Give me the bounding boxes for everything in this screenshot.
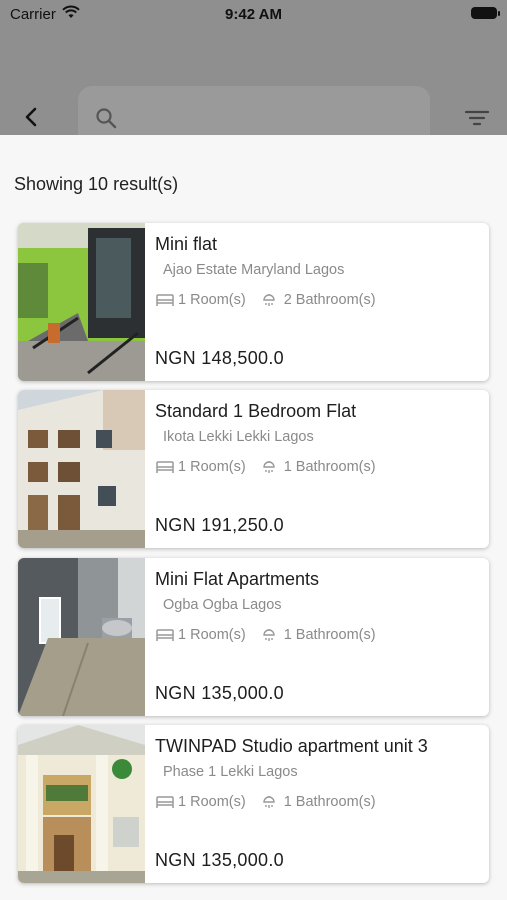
results-sheet: Showing 10 result(s) Mini flat Ajao Esta… bbox=[0, 135, 507, 900]
listing-photo bbox=[18, 223, 145, 381]
listing-photo bbox=[18, 558, 145, 716]
bed-icon bbox=[156, 461, 174, 473]
bathrooms-label: 1 Bathroom(s) bbox=[283, 794, 376, 810]
listing-title: Mini Flat Apartments bbox=[155, 569, 320, 589]
listing-price: NGN 148,500.0 bbox=[155, 348, 284, 368]
search-bar[interactable] bbox=[78, 86, 430, 136]
clock: 9:42 AM bbox=[225, 6, 282, 23]
status-bar: Carrier 9:42 AM bbox=[0, 0, 507, 28]
rooms-label: 1 Room(s) bbox=[178, 794, 246, 810]
listing-specs: 1 Room(s) 1 Bathroom(s) bbox=[156, 459, 376, 475]
listing-photo bbox=[18, 725, 145, 883]
search-input[interactable] bbox=[126, 104, 416, 132]
back-button[interactable] bbox=[18, 104, 44, 130]
bathroom-icon bbox=[262, 629, 275, 641]
bathroom-icon bbox=[262, 294, 275, 306]
listing-location: Phase 1 Lekki Lagos bbox=[163, 764, 298, 780]
rooms-label: 1 Room(s) bbox=[178, 292, 246, 308]
listing-specs: 1 Room(s) 1 Bathroom(s) bbox=[156, 627, 376, 643]
listing-card[interactable]: TWINPAD Studio apartment unit 3 Phase 1 … bbox=[18, 725, 489, 883]
bed-icon bbox=[156, 294, 174, 306]
rooms-label: 1 Room(s) bbox=[178, 459, 246, 475]
listing-price: NGN 135,000.0 bbox=[155, 850, 284, 870]
bathroom-icon bbox=[262, 461, 275, 473]
listing-title: Standard 1 Bedroom Flat bbox=[155, 401, 357, 421]
bed-icon bbox=[156, 629, 174, 641]
listing-location: Ajao Estate Maryland Lagos bbox=[163, 262, 345, 278]
listing-title: Mini flat bbox=[155, 234, 218, 254]
listing-specs: 1 Room(s) 1 Bathroom(s) bbox=[156, 794, 376, 810]
bed-icon bbox=[156, 796, 174, 808]
battery-icon bbox=[471, 7, 500, 19]
back-arrow-icon bbox=[25, 107, 37, 127]
bathroom-icon bbox=[262, 796, 275, 808]
listing-card[interactable]: Mini Flat Apartments Ogba Ogba Lagos 1 R… bbox=[18, 558, 489, 716]
listing-location: Ogba Ogba Lagos bbox=[163, 597, 282, 613]
bathrooms-label: 1 Bathroom(s) bbox=[283, 459, 376, 475]
listing-card[interactable]: Standard 1 Bedroom Flat Ikota Lekki Lekk… bbox=[18, 390, 489, 548]
results-summary: Showing 10 result(s) bbox=[14, 174, 179, 194]
bathrooms-label: 2 Bathroom(s) bbox=[283, 292, 376, 308]
listing-photo bbox=[18, 390, 145, 548]
listing-card[interactable]: Mini flat Ajao Estate Maryland Lagos 1 R… bbox=[18, 223, 489, 381]
header-overlay: Carrier 9:42 AM bbox=[0, 0, 507, 136]
listing-title: TWINPAD Studio apartment unit 3 bbox=[155, 736, 428, 756]
listing-price: NGN 135,000.0 bbox=[155, 683, 284, 703]
search-icon bbox=[96, 108, 117, 129]
filter-icon[interactable] bbox=[464, 108, 490, 128]
listing-specs: 1 Room(s) 2 Bathroom(s) bbox=[156, 292, 376, 308]
bathrooms-label: 1 Bathroom(s) bbox=[283, 627, 376, 643]
listing-location: Ikota Lekki Lekki Lagos bbox=[163, 429, 314, 445]
listing-price: NGN 191,250.0 bbox=[155, 515, 284, 535]
rooms-label: 1 Room(s) bbox=[178, 627, 246, 643]
